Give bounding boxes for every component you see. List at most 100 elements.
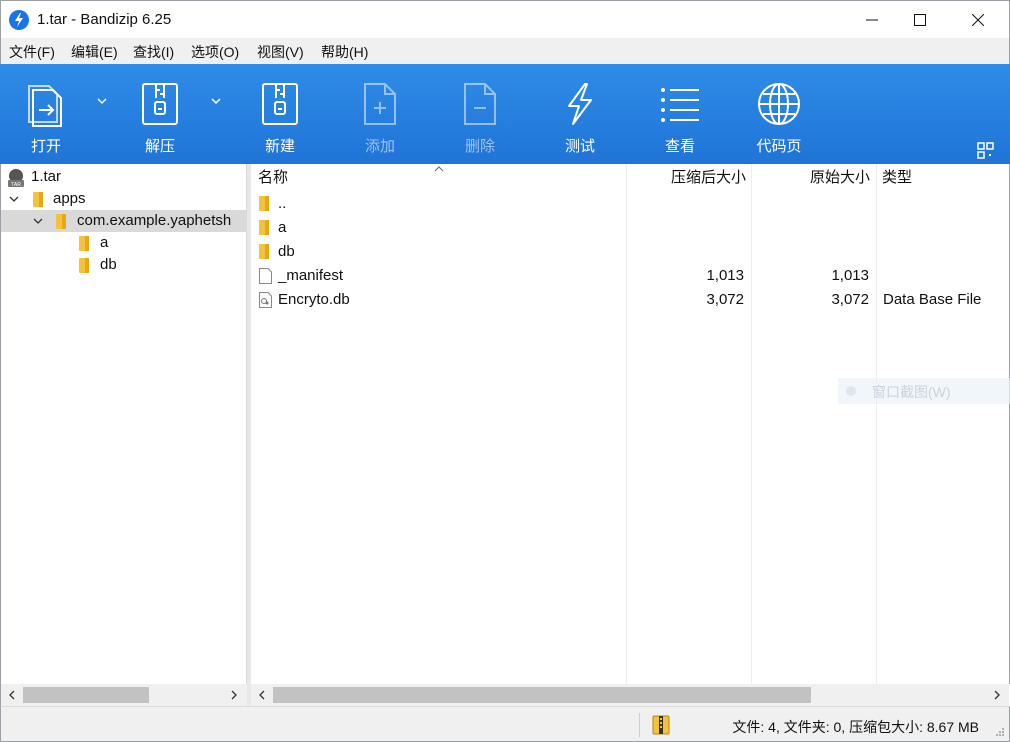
menu-find[interactable]: 查找(I) (133, 42, 174, 62)
scroll-thumb[interactable] (23, 687, 149, 703)
chevron-down-icon[interactable] (9, 194, 19, 204)
open-button[interactable]: 打开 (22, 64, 70, 164)
menu-edit[interactable]: 编辑(E) (71, 42, 118, 62)
folder-icon (56, 214, 66, 229)
file-name: _manifest (278, 267, 344, 284)
list-horizontal-scrollbar[interactable] (251, 684, 1009, 706)
add-button[interactable]: 添加 (356, 64, 404, 164)
view-label: 查看 (664, 138, 695, 155)
window-capture-label: 窗口截图(W) (872, 384, 951, 400)
column-header-compressed[interactable]: 压缩后大小 (671, 164, 746, 192)
delete-file-icon (464, 83, 496, 125)
file-compressed-size: 1,013 (706, 267, 744, 284)
scroll-left-icon[interactable] (6, 689, 18, 701)
folder-icon (79, 236, 89, 251)
status-text: 文件: 4, 文件夹: 0, 压缩包大小: 8.67 MB (732, 719, 979, 735)
file-icon (259, 268, 272, 284)
tree-item-package[interactable]: com.example.yaphetsh (1, 210, 246, 232)
layout-grid-icon[interactable] (977, 142, 995, 160)
globe-icon (758, 83, 800, 125)
tree-root-label: 1.tar (31, 168, 62, 185)
title-bar: 1.tar - Bandizip 6.25 (0, 0, 1010, 38)
toolbar: 打开 解压 新建 添加 删除 测试 查看 代码页 (0, 64, 1010, 164)
tree-root[interactable]: TAR 1.tar (1, 166, 246, 188)
resize-grip-icon[interactable] (995, 727, 1005, 737)
maximize-button[interactable] (897, 1, 943, 39)
new-button[interactable]: 新建 (256, 64, 304, 164)
column-header-original[interactable]: 原始大小 (810, 164, 870, 192)
file-original-size: 3,072 (831, 291, 869, 308)
tree-item-a[interactable]: a (1, 232, 246, 254)
column-header-type[interactable]: 类型 (882, 164, 912, 192)
file-name: .. (278, 195, 287, 212)
view-button[interactable]: 查看 (656, 64, 704, 164)
chevron-down-icon[interactable] (33, 216, 43, 226)
bandizip-bolt-icon[interactable] (9, 10, 29, 30)
new-label: 新建 (264, 138, 295, 155)
test-label: 测试 (564, 138, 595, 155)
close-button[interactable] (955, 1, 1001, 39)
tree-item-label: apps (53, 190, 86, 207)
status-divider (639, 713, 640, 737)
maximize-icon (914, 14, 926, 26)
codepage-button[interactable]: 代码页 (748, 64, 810, 164)
file-original-size: 1,013 (831, 267, 869, 284)
db-file-icon (259, 292, 272, 308)
folder-tree: TAR 1.tar apps com.example.yaphetsh a db (0, 164, 247, 706)
add-label: 添加 (364, 138, 395, 155)
file-type: Data Base File (883, 291, 982, 308)
menu-view[interactable]: 视图(V) (257, 42, 304, 62)
tree-item-db[interactable]: db (1, 254, 246, 276)
scroll-right-icon[interactable] (991, 689, 1003, 701)
folder-icon (79, 258, 89, 273)
open-label: 打开 (30, 138, 61, 155)
folder-icon (259, 220, 269, 235)
menu-options[interactable]: 选项(O) (191, 42, 239, 62)
svg-text:TAR: TAR (11, 182, 21, 187)
column-header-name[interactable]: 名称 (258, 164, 288, 192)
minimize-icon (866, 19, 878, 21)
table-row[interactable]: .. (251, 192, 1009, 216)
menu-help[interactable]: 帮助(H) (321, 42, 368, 62)
test-button[interactable]: 测试 (556, 64, 604, 164)
tree-item-label: a (100, 234, 109, 251)
table-row[interactable]: a (251, 216, 1009, 240)
extract-dropdown-icon[interactable] (210, 96, 222, 106)
file-list: 名称 压缩后大小 原始大小 类型 .. a db _manifest 1,013… (251, 164, 1010, 684)
list-view-icon (661, 88, 699, 122)
status-bar: 文件: 4, 文件夹: 0, 压缩包大小: 8.67 MB (0, 706, 1010, 742)
open-icon (28, 85, 62, 127)
file-name: a (278, 219, 287, 236)
file-compressed-size: 3,072 (706, 291, 744, 308)
extract-label: 解压 (144, 138, 175, 155)
table-row[interactable]: _manifest 1,013 1,013 (251, 264, 1009, 288)
scroll-thumb[interactable] (273, 687, 811, 703)
delete-button[interactable]: 删除 (456, 64, 504, 164)
sort-ascending-icon (434, 166, 444, 172)
record-dot-icon (846, 386, 856, 396)
archive-status-icon (652, 715, 670, 735)
scroll-right-icon[interactable] (228, 689, 240, 701)
extract-icon (142, 83, 178, 125)
extract-button[interactable]: 解压 (136, 64, 184, 164)
minimize-button[interactable] (849, 1, 895, 39)
folder-icon (259, 244, 269, 259)
tree-item-label: com.example.yaphetsh (77, 212, 232, 229)
menu-file[interactable]: 文件(F) (9, 42, 55, 62)
table-row[interactable]: Encryto.db 3,072 3,072 Data Base File (251, 288, 1009, 312)
open-dropdown-icon[interactable] (96, 96, 108, 106)
file-name: db (278, 243, 295, 260)
codepage-label: 代码页 (756, 138, 802, 155)
lightning-icon (568, 83, 592, 125)
delete-label: 删除 (464, 138, 495, 155)
tree-horizontal-scrollbar[interactable] (1, 684, 247, 706)
close-icon (972, 14, 984, 26)
menu-bar: 文件(F) 编辑(E) 查找(I) 选项(O) 视图(V) 帮助(H) (0, 38, 1010, 64)
table-row[interactable]: db (251, 240, 1009, 264)
window-title: 1.tar - Bandizip 6.25 (37, 11, 172, 28)
file-name: Encryto.db (278, 291, 350, 308)
new-archive-icon (262, 83, 298, 125)
tar-archive-icon: TAR (8, 169, 24, 187)
scroll-left-icon[interactable] (256, 689, 268, 701)
tree-item-apps[interactable]: apps (1, 188, 246, 210)
